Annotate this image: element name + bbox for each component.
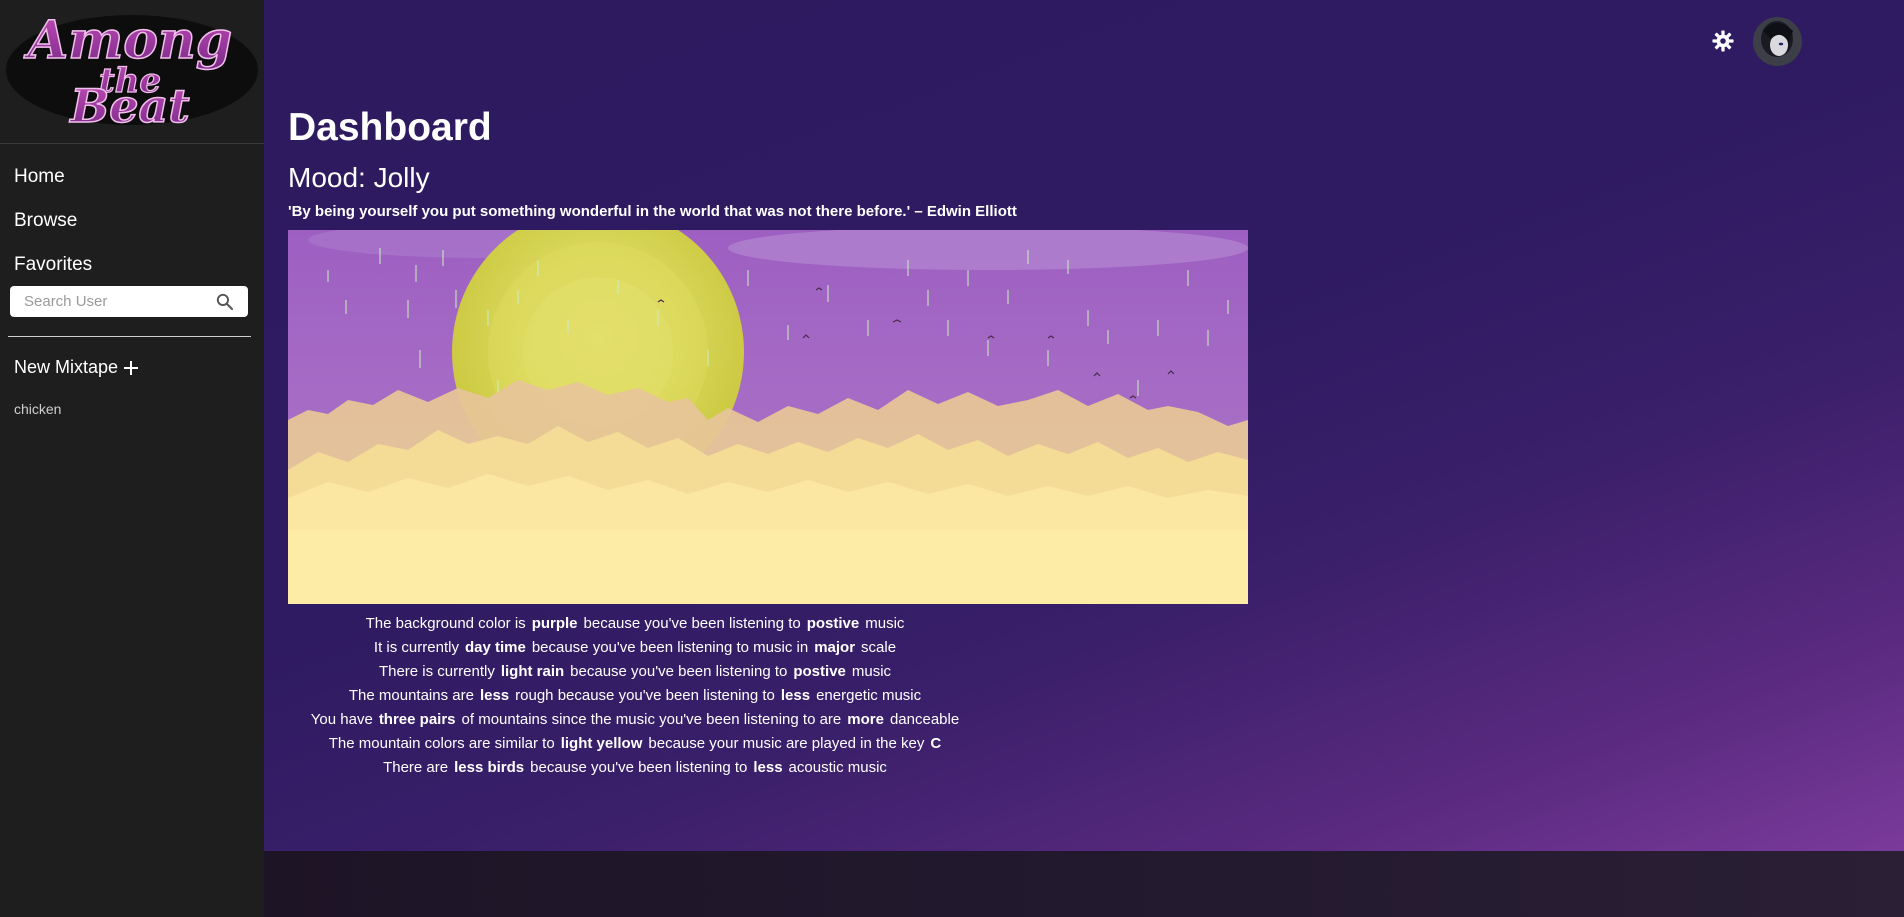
explanation-highlight: less	[753, 759, 783, 776]
explanation-text: The background color is	[365, 615, 526, 632]
explanation-highlight: purple	[531, 615, 578, 632]
explanation-line: There is currently light rain because you'…	[288, 660, 982, 684]
explanation-text: music	[851, 663, 892, 680]
explanation-line: It is currently day time because you've be…	[288, 636, 982, 660]
explanation-highlight: postive	[806, 615, 860, 632]
search-icon[interactable]	[215, 292, 234, 311]
footer-strip	[264, 851, 1904, 917]
new-mixtape-label: New Mixtape	[14, 357, 119, 377]
logo-image: Among the Beat	[6, 9, 258, 134]
logo-divider	[0, 143, 264, 144]
explanation-line: You have three pairs of mountains since th…	[288, 708, 982, 732]
mood-quote: 'By being yourself you put something won…	[288, 203, 1017, 220]
explanation-highlight: more	[847, 711, 884, 728]
explanation-text: because you've been listening to music i…	[531, 639, 809, 656]
explanation-highlight: day time	[464, 639, 526, 656]
explanation-text: The mountain colors are similar to	[328, 735, 555, 752]
search-box	[10, 286, 248, 317]
mixtape-item[interactable]: chicken	[14, 401, 61, 417]
explanation-highlight: C	[930, 735, 942, 752]
explanation-text: It is currently	[373, 639, 459, 656]
user-avatar[interactable]	[1753, 17, 1802, 66]
explanation-highlight: less	[479, 687, 510, 704]
explanation-text: because you've been listening to	[570, 663, 788, 680]
app-logo[interactable]: Among the Beat	[0, 0, 264, 143]
sidebar-divider	[8, 336, 251, 337]
mood-scene	[288, 230, 1248, 604]
page-title: Dashboard	[288, 106, 492, 149]
svg-text:Beat: Beat	[68, 79, 189, 130]
explanation-text: rough because you've been listening to	[515, 687, 775, 704]
explanation-highlight: less	[780, 687, 811, 704]
explanation-text: danceable	[889, 711, 960, 728]
mood-explanations: The background color is purple because you…	[288, 612, 982, 780]
explanation-text: The mountains are	[348, 687, 474, 704]
explanation-highlight: three pairs	[378, 711, 456, 728]
explanation-text: because you've been listening to	[530, 759, 748, 776]
explanation-highlight: major	[814, 639, 856, 656]
explanation-highlight: less birds	[454, 759, 525, 776]
explanation-line: There are less birds because you've been l…	[288, 756, 982, 780]
plus-icon	[124, 360, 139, 375]
explanation-text: There is currently	[378, 663, 495, 680]
sidebar-item-home[interactable]: Home	[14, 166, 65, 188]
avatar-image	[1753, 17, 1802, 66]
search-user-input[interactable]	[24, 286, 214, 317]
gear-icon[interactable]	[1712, 30, 1734, 52]
explanation-line: The mountains are less rough because you'v…	[288, 684, 982, 708]
new-mixtape-button[interactable]: New Mixtape	[14, 357, 140, 378]
explanation-text: because you've been listening to	[583, 615, 801, 632]
explanation-text: of mountains since the music you've been…	[461, 711, 842, 728]
explanation-line: The background color is purple because you…	[288, 612, 982, 636]
explanation-line: The mountain colors are similar to light …	[288, 732, 982, 756]
explanation-text: because your music are played in the key	[648, 735, 925, 752]
explanation-highlight: light yellow	[560, 735, 643, 752]
explanation-highlight: postive	[793, 663, 846, 680]
sidebar: Among the Beat Home Browse Favorites New…	[0, 0, 264, 917]
explanation-text: music	[865, 615, 905, 632]
scene-illustration	[288, 230, 1248, 604]
explanation-text: scale	[861, 639, 897, 656]
explanation-text: acoustic music	[788, 759, 887, 776]
explanation-text: You have	[310, 711, 373, 728]
mood-heading: Mood: Jolly	[288, 162, 430, 193]
sidebar-item-favorites[interactable]: Favorites	[14, 254, 92, 276]
explanation-text: There are	[383, 759, 449, 776]
explanation-highlight: light rain	[500, 663, 565, 680]
explanation-text: energetic music	[816, 687, 922, 704]
sidebar-item-browse[interactable]: Browse	[14, 210, 77, 232]
